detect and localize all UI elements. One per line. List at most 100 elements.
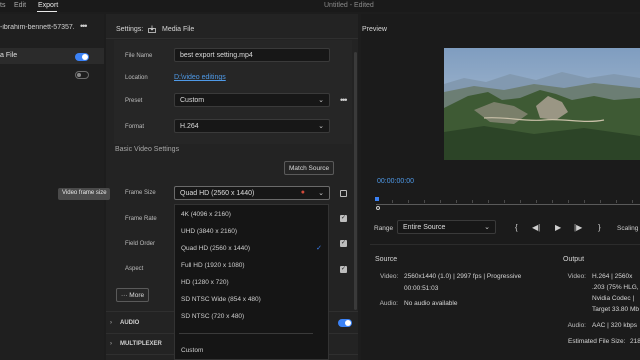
tab-first[interactable]: ts xyxy=(0,2,5,9)
timeline-tick xyxy=(408,200,409,203)
divider xyxy=(370,244,640,245)
chevron-down-icon: ⌄ xyxy=(484,224,490,231)
range-value: Entire Source xyxy=(403,224,446,231)
step-forward-icon[interactable]: |▶ xyxy=(574,223,582,232)
media-file-heading: Media File xyxy=(162,26,195,33)
timeline-tick xyxy=(504,200,505,203)
menu-item-4k[interactable]: 4K (4096 x 2160) xyxy=(181,211,231,218)
menu-item-uhd[interactable]: UHD (3840 x 2160) xyxy=(181,228,237,235)
output-audio-value: AAC | 320 kbps xyxy=(592,322,638,329)
media-file-label: a File xyxy=(0,52,18,59)
source-audio-value: No audio available xyxy=(404,300,458,307)
output-audio-label: Audio: xyxy=(567,322,586,329)
check-icon: ✓ xyxy=(316,245,322,252)
settings-scrollbar[interactable] xyxy=(354,52,357,310)
source-video-line2: 00:00:51:03 xyxy=(404,285,439,292)
media-file-toggle[interactable] xyxy=(75,53,89,61)
chevron-down-icon: ⌄ xyxy=(318,97,324,104)
menu-item-hd[interactable]: HD (1280 x 720) xyxy=(181,279,229,286)
menu-item-full-hd[interactable]: Full HD (1920 x 1080) xyxy=(181,262,245,269)
aspect-label: Aspect xyxy=(125,266,144,272)
timeline-tick xyxy=(616,200,617,203)
timeline-tick xyxy=(472,200,473,203)
document-title: Untitled - Edited xyxy=(324,2,374,9)
frame-size-checkbox[interactable] xyxy=(340,190,347,197)
top-bar: ts Edit Export Untitled - Edited xyxy=(0,0,640,12)
format-select[interactable]: H.264 ⌄ xyxy=(174,119,330,133)
frame-size-tooltip: Video frame size xyxy=(58,188,110,200)
timeline-tick xyxy=(600,200,601,203)
frame-size-select[interactable]: Quad HD (2560 x 1440) ● ⌄ xyxy=(174,186,330,200)
active-tab-indicator xyxy=(37,11,57,12)
chevron-right-icon: › xyxy=(110,341,112,347)
tab-edit[interactable]: Edit xyxy=(14,2,26,9)
frame-size-value: Quad HD (2560 x 1440) xyxy=(180,190,255,197)
output-video-line1: H.264 | 2560x xyxy=(592,273,633,280)
location-link[interactable]: D:\video editings xyxy=(174,74,226,81)
frame-rate-checkbox[interactable] xyxy=(340,214,347,222)
timeline-tick xyxy=(536,200,537,203)
range-label: Range xyxy=(374,225,394,232)
timeline-tick xyxy=(568,200,569,203)
chevron-right-icon: › xyxy=(110,320,112,326)
timeline-tick xyxy=(632,200,633,203)
menu-item-custom[interactable]: Custom xyxy=(181,347,203,354)
frame-size-menu: 4K (4096 x 2160) UHD (3840 x 2160) Quad … xyxy=(174,204,329,360)
timecode[interactable]: 00:00:00:00 xyxy=(377,178,414,185)
file-name-input[interactable]: best export setting.mp4 xyxy=(174,48,330,62)
format-label: Format xyxy=(125,124,145,130)
source-video-line1: 2560x1440 (1.0) | 2997 fps | Progressive xyxy=(404,273,522,280)
audio-section-header[interactable]: › AUDIO xyxy=(110,320,139,326)
source-audio-label: Audio: xyxy=(379,300,398,307)
chevron-down-icon: ⌄ xyxy=(318,123,324,130)
preset-select[interactable]: Custom ⌄ xyxy=(174,93,330,107)
menu-item-quad-hd[interactable]: Quad HD (2560 x 1440) xyxy=(181,245,250,252)
location-label: Location xyxy=(125,75,148,81)
timeline-tick xyxy=(456,200,457,203)
preset-more-icon[interactable]: ••• xyxy=(340,95,348,105)
basic-video-settings-heading: Basic Video Settings xyxy=(115,146,180,153)
scaling-label: Scaling xyxy=(617,225,639,232)
aspect-checkbox[interactable] xyxy=(340,265,347,273)
play-icon[interactable]: ▶ xyxy=(555,223,561,232)
format-value: H.264 xyxy=(180,123,199,130)
set-out-icon[interactable]: } xyxy=(598,223,601,232)
tab-export[interactable]: Export xyxy=(38,2,58,9)
timeline-tick xyxy=(520,200,521,203)
destination-toggle[interactable] xyxy=(75,71,89,79)
match-source-button[interactable]: Match Source xyxy=(284,161,335,175)
audio-toggle[interactable] xyxy=(338,319,352,327)
output-heading: Output xyxy=(563,256,585,263)
set-in-icon[interactable]: { xyxy=(515,223,518,232)
more-button[interactable]: ··· More xyxy=(116,288,150,302)
estimated-file-size-label: Estimated File Size: xyxy=(568,338,626,345)
field-order-checkbox[interactable] xyxy=(340,239,347,247)
user-name: -ibrahim-bennett-57357... xyxy=(0,24,74,31)
step-back-icon[interactable]: ◀| xyxy=(532,223,540,232)
multiplexer-section-header[interactable]: › MULTIPLEXER xyxy=(110,341,162,347)
scrub-handle[interactable] xyxy=(376,206,380,210)
multiplexer-section-label: MULTIPLEXER xyxy=(120,341,162,347)
menu-item-sd-ntsc-wide[interactable]: SD NTSC Wide (854 x 480) xyxy=(181,296,261,303)
preview-title: Preview xyxy=(362,26,387,33)
preset-value: Custom xyxy=(180,97,205,104)
frame-size-label: Frame Size xyxy=(125,190,156,196)
menu-item-sd-ntsc[interactable]: SD NTSC (720 x 480) xyxy=(181,313,244,320)
audio-section-label: AUDIO xyxy=(120,320,140,326)
timeline-track[interactable] xyxy=(376,204,640,205)
preset-label: Preset xyxy=(125,98,143,104)
field-order-label: Field Order xyxy=(125,241,156,247)
timeline-tick xyxy=(488,200,489,203)
timeline-tick xyxy=(392,200,393,203)
playhead-marker[interactable] xyxy=(375,197,379,201)
more-options-icon[interactable]: ••• xyxy=(80,21,88,31)
output-video-label: Video: xyxy=(567,273,586,280)
output-video-line3: Nvidia Codec | xyxy=(592,295,635,302)
source-heading: Source xyxy=(375,256,398,263)
estimated-file-size-value: 218 xyxy=(630,338,640,345)
source-video-label: Video: xyxy=(380,273,399,280)
export-icon xyxy=(148,25,156,33)
chevron-down-icon: ⌄ xyxy=(318,190,324,197)
range-select[interactable]: Entire Source ⌄ xyxy=(397,220,496,234)
divider xyxy=(106,38,358,39)
